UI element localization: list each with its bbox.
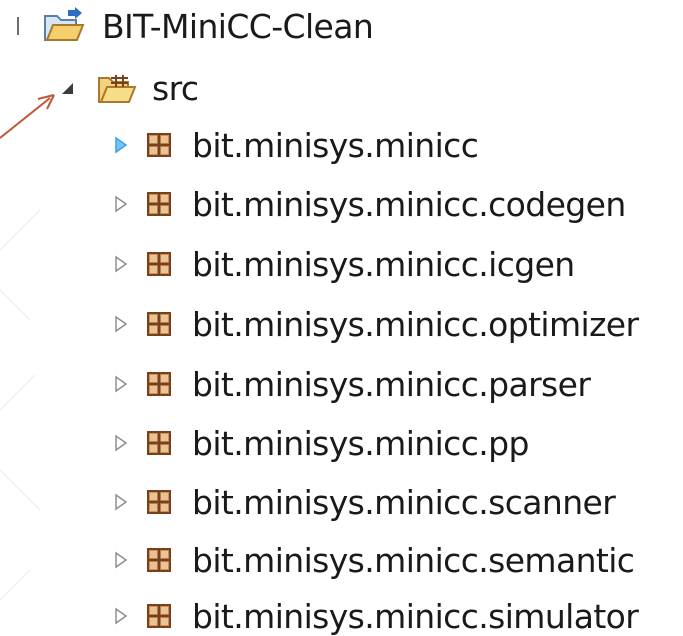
collapsed-triangle-icon[interactable] (108, 249, 134, 279)
collapsed-triangle-icon[interactable] (108, 369, 134, 399)
package-label: bit.minisys.minicc.semantic (192, 540, 635, 580)
package-label: bit.minisys.minicc.scanner (192, 482, 616, 522)
collapse-toggle-icon[interactable] (10, 11, 26, 41)
package-icon (146, 191, 172, 217)
package-label: bit.minisys.minicc.icgen (192, 244, 575, 284)
collapsed-triangle-icon[interactable] (108, 601, 134, 631)
tree-item-package[interactable]: bit.minisys.minicc.simulator (108, 586, 639, 636)
tree-item-package[interactable]: bit.minisys.minicc.semantic (108, 530, 635, 590)
collapsed-triangle-icon[interactable] (108, 545, 134, 575)
tree-item-package[interactable]: bit.minisys.minicc.codegen (108, 174, 626, 234)
package-icon (146, 251, 172, 277)
package-icon (146, 311, 172, 337)
package-label: bit.minisys.minicc.pp (192, 423, 529, 463)
tree-item-src[interactable]: src (56, 58, 199, 118)
collapsed-triangle-icon[interactable] (108, 189, 134, 219)
expanded-triangle-icon[interactable] (56, 73, 78, 103)
project-label: BIT-MiniCC-Clean (102, 6, 374, 46)
package-icon (146, 547, 172, 573)
tree-item-package[interactable]: bit.minisys.minicc (108, 115, 479, 175)
collapsed-triangle-icon[interactable] (108, 309, 134, 339)
package-icon (146, 430, 172, 456)
package-icon (146, 603, 172, 629)
package-label: bit.minisys.minicc.parser (192, 364, 591, 404)
collapsed-triangle-icon[interactable] (108, 428, 134, 458)
package-icon (146, 132, 172, 158)
package-label: bit.minisys.minicc (192, 125, 479, 165)
tree-item-package[interactable]: bit.minisys.minicc.optimizer (108, 294, 639, 354)
project-explorer-tree: BIT-MiniCC-Clean src bit.minisys.minicc … (0, 0, 683, 636)
collapsed-triangle-icon[interactable] (108, 487, 134, 517)
package-label: bit.minisys.minicc.optimizer (192, 304, 639, 344)
package-label: bit.minisys.minicc.simulator (192, 596, 639, 636)
tree-item-package[interactable]: bit.minisys.minicc.parser (108, 354, 591, 414)
package-icon (146, 371, 172, 397)
project-folder-icon (42, 6, 86, 46)
collapsed-triangle-hover-icon[interactable] (108, 130, 134, 160)
tree-item-package[interactable]: bit.minisys.minicc.pp (108, 413, 529, 473)
source-folder-icon (96, 70, 138, 106)
package-label: bit.minisys.minicc.codegen (192, 184, 626, 224)
tree-item-package[interactable]: bit.minisys.minicc.icgen (108, 234, 575, 294)
package-icon (146, 489, 172, 515)
src-label: src (152, 68, 199, 108)
tree-item-project[interactable]: BIT-MiniCC-Clean (10, 0, 374, 56)
tree-item-package[interactable]: bit.minisys.minicc.scanner (108, 472, 616, 532)
